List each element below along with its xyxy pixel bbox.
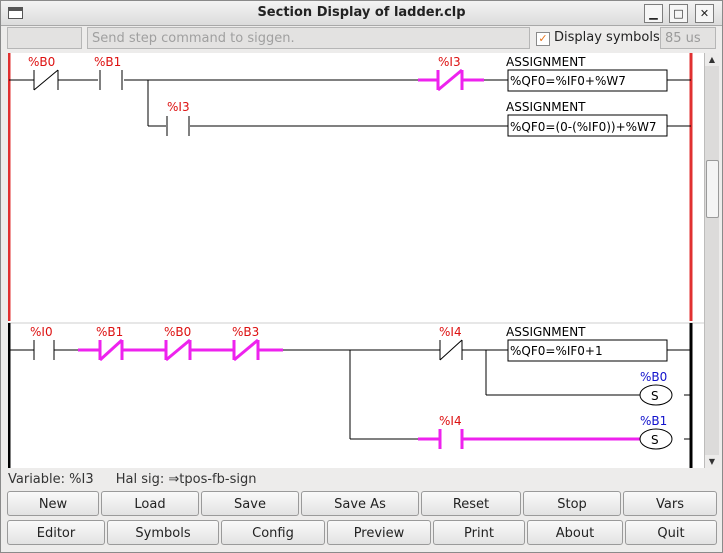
config-button[interactable]: Config xyxy=(221,520,325,545)
symbols-button[interactable]: Symbols xyxy=(107,520,219,545)
contact-branch-i4[interactable] xyxy=(418,429,640,449)
coil-type: S xyxy=(651,389,659,403)
vars-button[interactable]: Vars xyxy=(623,491,717,516)
cycle-time-field: 85 us xyxy=(660,27,716,49)
contact-b0[interactable] xyxy=(33,69,59,91)
scrollbar-thumb[interactable] xyxy=(706,160,719,218)
block-expression: %QF0=%IF0+%W7 xyxy=(510,74,626,88)
block-title: ASSIGNMENT xyxy=(506,325,586,339)
window-title: Section Display of ladder.clp xyxy=(257,5,466,20)
contact-branch-i3[interactable] xyxy=(166,116,190,136)
print-button[interactable]: Print xyxy=(433,520,525,545)
contact-b1-rung2[interactable] xyxy=(78,338,166,362)
block-title: ASSIGNMENT xyxy=(506,100,586,114)
contact-i3[interactable] xyxy=(418,68,484,92)
block-title: ASSIGNMENT xyxy=(506,55,586,69)
display-symbols-label[interactable]: Display symbols xyxy=(554,30,660,45)
block-expression: %QF0=%IF0+1 xyxy=(510,344,603,358)
contact-b1[interactable] xyxy=(99,70,123,90)
scroll-down-icon[interactable]: ▼ xyxy=(705,455,719,468)
rung2-wires xyxy=(9,349,691,440)
ladder-diagram: %B0 %B1 %I3 %I3 ASSIGNMENT %QF0=%IF0+%W7… xyxy=(8,53,704,468)
stop-button[interactable]: Stop xyxy=(523,491,621,516)
contact-b0-rung2[interactable] xyxy=(164,338,234,362)
new-button[interactable]: New xyxy=(7,491,99,516)
editor-button[interactable]: Editor xyxy=(7,520,105,545)
status-bar: Variable: %I3 Hal sig: ⇒tpos-fb-sign xyxy=(8,472,256,488)
coil-type: S xyxy=(651,433,659,447)
contact-label: %I4 xyxy=(439,325,462,339)
about-button[interactable]: About xyxy=(527,520,623,545)
contact-i0[interactable] xyxy=(33,340,78,360)
coil-label: %B1 xyxy=(640,414,667,428)
reset-button[interactable]: Reset xyxy=(421,491,521,516)
quit-button[interactable]: Quit xyxy=(625,520,717,545)
display-symbols-checkbox[interactable]: ✓ xyxy=(536,32,550,46)
contact-label: %B3 xyxy=(232,325,259,339)
minimize-icon[interactable]: ▁ xyxy=(644,4,663,23)
title-bar: Section Display of ladder.clp ▁ □ ✕ xyxy=(1,1,722,26)
contact-label: %B1 xyxy=(96,325,123,339)
main-window: Section Display of ladder.clp ▁ □ ✕ Send… xyxy=(0,0,723,553)
block-expression: %QF0=(0-(%IF0))+%W7 xyxy=(510,120,657,134)
variable-status: Variable: %I3 xyxy=(8,472,94,487)
coil-label: %B0 xyxy=(640,370,667,384)
maximize-icon[interactable]: □ xyxy=(669,4,688,23)
save-as-button[interactable]: Save As xyxy=(301,491,419,516)
contact-label: %I3 xyxy=(438,55,461,69)
step-command-input[interactable]: Send step command to siggen. xyxy=(87,27,530,49)
contact-i4[interactable] xyxy=(439,339,463,361)
preview-button[interactable]: Preview xyxy=(327,520,431,545)
hal-signal-status: Hal sig: ⇒tpos-fb-sign xyxy=(115,472,257,487)
contact-label: %I0 xyxy=(30,325,53,339)
load-button[interactable]: Load xyxy=(101,491,199,516)
close-icon[interactable]: ✕ xyxy=(695,4,714,23)
scroll-up-icon[interactable]: ▲ xyxy=(705,53,719,66)
contact-label: %I3 xyxy=(167,100,190,114)
contact-label: %B1 xyxy=(94,55,121,69)
toolbar: Send step command to siggen. ✓ Display s… xyxy=(1,27,722,51)
save-button[interactable]: Save xyxy=(201,491,299,516)
command-field-left[interactable] xyxy=(7,27,82,49)
contact-b3-rung2[interactable] xyxy=(232,338,283,362)
contact-label: %B0 xyxy=(164,325,191,339)
vertical-scrollbar[interactable]: ▲ ▼ xyxy=(704,53,719,468)
contact-label: %I4 xyxy=(439,414,462,428)
contact-label: %B0 xyxy=(28,55,55,69)
ladder-canvas[interactable]: %B0 %B1 %I3 %I3 ASSIGNMENT %QF0=%IF0+%W7… xyxy=(8,53,704,468)
